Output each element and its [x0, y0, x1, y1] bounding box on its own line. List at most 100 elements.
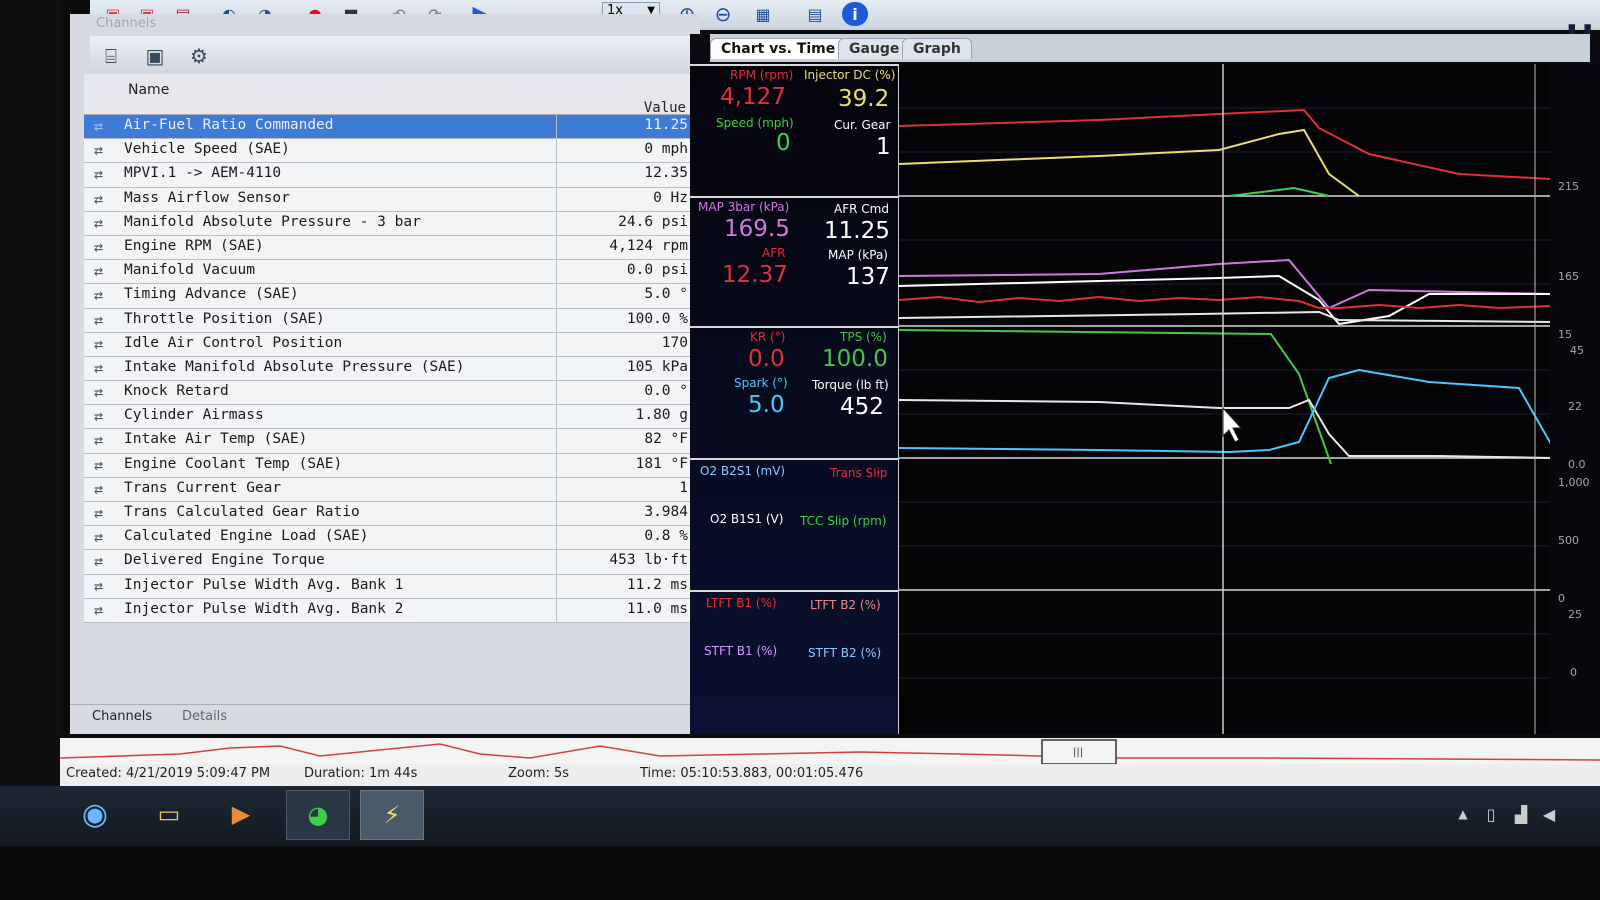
right-axis-scale: 215 165 15 45 22 0.0 1,000 500 0 25 0: [1550, 64, 1600, 734]
channel-value: 3.984: [644, 504, 688, 520]
channel-row[interactable]: ⇄ Cylinder Airmass 1.80 g: [84, 405, 694, 430]
tab-channels[interactable]: Channels: [92, 709, 152, 724]
tps-trace: [899, 329, 1332, 465]
tray-arrow-icon[interactable]: ▲: [1452, 790, 1474, 838]
channel-value: 1.80 g: [635, 407, 688, 424]
afr-label: AFR: [762, 246, 786, 260]
channel-value: 105 kPa: [626, 358, 688, 375]
channel-link-icon: ⇄: [94, 141, 104, 160]
gear-value: 1: [876, 134, 891, 160]
channel-row[interactable]: ⇄ Trans Calculated Gear Ratio 3.984: [84, 502, 694, 527]
channel-link-icon: ⇄: [94, 528, 104, 547]
zoom-out-icon[interactable]: ⊖: [710, 2, 736, 26]
channel-link-icon: ⇄: [94, 165, 104, 184]
column-separator: [556, 308, 557, 332]
channel-row[interactable]: ⇄ Manifold Absolute Pressure - 3 bar 24.6 …: [84, 211, 694, 236]
channel-row[interactable]: ⇄ Air-Fuel Ratio Commanded 11.25: [84, 115, 694, 140]
column-header-name[interactable]: Name: [128, 82, 169, 98]
channel-value: 82 °F: [644, 431, 688, 448]
media-player-icon[interactable]: ▶: [210, 790, 272, 838]
file-explorer-icon[interactable]: ▭: [138, 790, 200, 838]
channel-link-icon: ⇄: [94, 310, 104, 329]
tab-chart-vs-time[interactable]: Chart vs. Time: [710, 38, 847, 59]
channel-row[interactable]: ⇄ Trans Current Gear 1: [84, 477, 694, 502]
map-label: MAP (kPa): [828, 248, 888, 262]
info-icon[interactable]: i: [842, 2, 868, 26]
grip-icon: |||: [1073, 747, 1083, 758]
save-channels-icon[interactable]: ▣: [140, 42, 170, 70]
channel-link-icon: ⇄: [94, 600, 104, 619]
channels-panel-tabs: Channels Details: [70, 704, 700, 731]
network-icon[interactable]: ▟: [1508, 790, 1534, 838]
channel-name: Throttle Position (SAE): [124, 310, 325, 327]
channel-row[interactable]: ⇄ Idle Air Control Position 170: [84, 332, 694, 357]
axis-tick-h: 500: [1558, 534, 1579, 547]
channel-link-icon: ⇄: [94, 334, 104, 353]
save-icon[interactable]: ▤: [802, 2, 828, 26]
axis-tick-i: 0: [1558, 592, 1565, 605]
channel-row[interactable]: ⇄ Engine Coolant Temp (SAE) 181 °F: [84, 453, 694, 478]
channel-row[interactable]: ⇄ Knock Retard 0.0 °: [84, 381, 694, 406]
column-separator: [556, 550, 557, 574]
readout-section-fuel-trims: LTFT B1 (%) LTFT B2 (%) STFT B1 (%) STFT…: [690, 590, 898, 736]
channels-toolbar: ⌸ ▣ ⚙: [90, 36, 690, 74]
channel-value: 4,124 rpm: [609, 237, 688, 254]
channel-row[interactable]: ⇄ Intake Air Temp (SAE) 82 °F: [84, 429, 694, 454]
volume-icon[interactable]: ◀: [1536, 790, 1562, 838]
camera-icon[interactable]: ⌸: [96, 42, 126, 70]
column-header-value[interactable]: Value: [644, 100, 686, 116]
timeline-overview[interactable]: |||: [60, 738, 1600, 766]
channel-row[interactable]: ⇄ Manifold Vacuum 0.0 psi: [84, 260, 694, 285]
channel-row[interactable]: ⇄ Injector Pulse Width Avg. Bank 1 11.2 ms: [84, 574, 694, 599]
column-separator: [556, 235, 557, 260]
settings-gear-icon[interactable]: ⚙: [184, 42, 214, 70]
grid-header: Name Value: [84, 74, 694, 116]
channel-name: Idle Air Control Position: [124, 334, 343, 351]
trans-slip-label: Trans Slip: [830, 466, 888, 480]
app-window: ▣ ▣ ▤ ◐ ◑ ● ■ ⟲ ⟳ ▶ 1x▼ ⊕ ⊖ ▦ ▤ i H Chan…: [0, 0, 1600, 900]
tab-gauge[interactable]: Gauge: [838, 38, 911, 59]
monitor-bezel-bottom: [0, 846, 1600, 900]
column-separator: [556, 260, 557, 284]
axis-tick-c: 15: [1558, 328, 1572, 341]
axis-tick-j: 25: [1568, 608, 1582, 621]
channel-name: Trans Current Gear: [124, 479, 282, 496]
channel-link-icon: ⇄: [94, 455, 104, 474]
o2-b2s1-label: O2 B2S1 (mV): [700, 464, 786, 478]
channel-row[interactable]: ⇄ Mass Airflow Sensor 0 Hz: [84, 187, 694, 212]
channel-row[interactable]: ⇄ Delivered Engine Torque 453 lb·ft: [84, 550, 694, 575]
column-separator: [556, 574, 557, 598]
rpm-trace: [899, 108, 1551, 180]
speed-label: Speed (mph): [716, 116, 794, 130]
channel-row[interactable]: ⇄ Injector Pulse Width Avg. Bank 2 11.0 ms: [84, 598, 694, 623]
status-time: Time: 05:10:53.883, 00:01:05.476: [640, 766, 864, 781]
vcm-scanner-icon[interactable]: ⚡: [360, 790, 424, 840]
channel-row[interactable]: ⇄ Intake Manifold Absolute Pressure (SAE)…: [84, 356, 694, 382]
chrome-icon[interactable]: ◕: [286, 790, 350, 840]
speed-trace: [1228, 186, 1330, 197]
channel-name: Calculated Engine Load (SAE): [124, 528, 369, 545]
channel-value: 24.6 psi: [618, 213, 688, 230]
channel-row[interactable]: ⇄ Throttle Position (SAE) 100.0 %: [84, 308, 694, 333]
spark-label: Spark (°): [734, 376, 788, 390]
start-button-icon[interactable]: ◉: [64, 790, 126, 838]
channel-link-icon: ⇄: [94, 479, 104, 498]
ltft-b1-label: LTFT B1 (%): [706, 596, 777, 610]
channel-row[interactable]: ⇄ Vehicle Speed (SAE) 0 mph: [84, 139, 694, 164]
injector-dc-trace: [899, 128, 1360, 197]
tps-value: 100.0: [822, 346, 888, 372]
channel-name: Delivered Engine Torque: [124, 552, 325, 569]
layout-icon[interactable]: ▦: [750, 2, 776, 26]
gear-label: Cur. Gear: [834, 118, 891, 132]
channel-row[interactable]: ⇄ MPVI.1 -> AEM-4110 12.35: [84, 163, 694, 188]
channel-row[interactable]: ⇄ Engine RPM (SAE) 4,124 rpm: [84, 235, 694, 261]
channel-value: 181 °F: [635, 455, 688, 472]
channel-value: 11.0 ms: [626, 600, 688, 617]
tab-details[interactable]: Details: [182, 709, 227, 724]
tray-device-icon[interactable]: ▯: [1478, 790, 1504, 838]
channel-row[interactable]: ⇄ Calculated Engine Load (SAE) 0.8 %: [84, 526, 694, 551]
channel-row[interactable]: ⇄ Timing Advance (SAE) 5.0 °: [84, 284, 694, 309]
tab-graph[interactable]: Graph: [902, 38, 972, 59]
time-chart-plot[interactable]: [898, 64, 1551, 734]
channel-name: Mass Airflow Sensor: [124, 189, 290, 206]
